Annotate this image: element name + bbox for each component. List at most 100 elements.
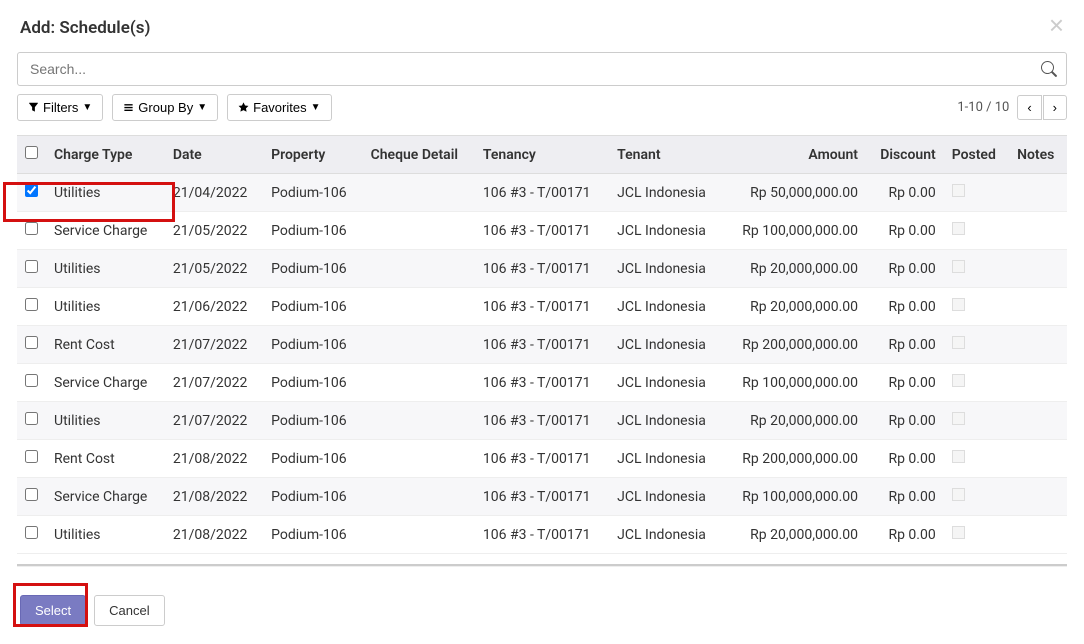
posted-checkbox: [952, 184, 965, 197]
cell-amount: Rp 100,000,000.00: [723, 478, 866, 516]
cell-amount: Rp 20,000,000.00: [723, 288, 866, 326]
schedules-table: Charge Type Date Property Cheque Detail …: [17, 135, 1067, 554]
cell-cheque-detail: [363, 402, 475, 440]
header-notes[interactable]: Notes: [1009, 136, 1067, 174]
cell-property: Podium-106: [263, 516, 362, 554]
header-select-all: [17, 136, 46, 174]
cell-date: 21/05/2022: [165, 250, 263, 288]
table-row[interactable]: Service Charge21/07/2022Podium-106106 #3…: [17, 364, 1067, 402]
header-posted[interactable]: Posted: [944, 136, 1009, 174]
cell-charge-type: Rent Cost: [46, 326, 165, 364]
star-icon: [238, 102, 249, 113]
row-checkbox[interactable]: [25, 184, 38, 197]
row-select-cell: [17, 250, 46, 288]
header-tenancy[interactable]: Tenancy: [475, 136, 609, 174]
cell-cheque-detail: [363, 174, 475, 212]
cell-property: Podium-106: [263, 364, 362, 402]
table-row[interactable]: Utilities21/08/2022Podium-106106 #3 - T/…: [17, 516, 1067, 554]
cell-property: Podium-106: [263, 250, 362, 288]
table-row[interactable]: Utilities21/06/2022Podium-106106 #3 - T/…: [17, 288, 1067, 326]
cell-property: Podium-106: [263, 478, 362, 516]
header-property[interactable]: Property: [263, 136, 362, 174]
cell-date: 21/08/2022: [165, 440, 263, 478]
table-row[interactable]: Utilities21/07/2022Podium-106106 #3 - T/…: [17, 402, 1067, 440]
search-icon: [1041, 61, 1057, 77]
table-row[interactable]: Service Charge21/05/2022Podium-106106 #3…: [17, 212, 1067, 250]
search-input[interactable]: [17, 52, 1067, 86]
cell-amount: Rp 100,000,000.00: [723, 212, 866, 250]
header-amount[interactable]: Amount: [723, 136, 866, 174]
row-checkbox[interactable]: [25, 298, 38, 311]
row-checkbox[interactable]: [25, 488, 38, 501]
row-checkbox[interactable]: [25, 374, 38, 387]
schedules-table-wrapper: Charge Type Date Property Cheque Detail …: [17, 135, 1067, 554]
cell-cheque-detail: [363, 326, 475, 364]
row-checkbox[interactable]: [25, 412, 38, 425]
posted-checkbox: [952, 450, 965, 463]
cell-notes: [1009, 364, 1067, 402]
header-charge-type[interactable]: Charge Type: [46, 136, 165, 174]
cell-posted: [944, 364, 1009, 402]
cell-notes: [1009, 478, 1067, 516]
row-checkbox[interactable]: [25, 336, 38, 349]
cell-posted: [944, 326, 1009, 364]
group-by-button[interactable]: Group By ▼: [112, 94, 218, 121]
cell-posted: [944, 478, 1009, 516]
cell-discount: Rp 0.00: [866, 402, 944, 440]
header-cheque-detail[interactable]: Cheque Detail: [363, 136, 475, 174]
table-row[interactable]: Rent Cost21/08/2022Podium-106106 #3 - T/…: [17, 440, 1067, 478]
close-button[interactable]: ×: [1049, 12, 1064, 38]
search-button[interactable]: [1041, 60, 1057, 78]
cell-date: 21/04/2022: [165, 174, 263, 212]
cell-amount: Rp 200,000,000.00: [723, 326, 866, 364]
cell-property: Podium-106: [263, 402, 362, 440]
pager-next-button[interactable]: ›: [1043, 95, 1067, 120]
cell-property: Podium-106: [263, 440, 362, 478]
table-row[interactable]: Utilities21/04/2022Podium-106106 #3 - T/…: [17, 174, 1067, 212]
footer-divider: [17, 564, 1067, 567]
cell-posted: [944, 212, 1009, 250]
row-checkbox[interactable]: [25, 260, 38, 273]
cell-posted: [944, 250, 1009, 288]
cell-tenant: JCL Indonesia: [609, 288, 723, 326]
select-all-checkbox[interactable]: [25, 146, 38, 159]
cell-discount: Rp 0.00: [866, 516, 944, 554]
table-row[interactable]: Rent Cost21/07/2022Podium-106106 #3 - T/…: [17, 326, 1067, 364]
add-schedules-modal: Add: Schedule(s) × Filters ▼ Group By: [0, 0, 1084, 630]
cell-amount: Rp 20,000,000.00: [723, 402, 866, 440]
cell-notes: [1009, 402, 1067, 440]
cell-posted: [944, 174, 1009, 212]
select-button[interactable]: Select: [20, 595, 86, 626]
favorites-button[interactable]: Favorites ▼: [227, 94, 331, 121]
cell-tenant: JCL Indonesia: [609, 250, 723, 288]
cancel-button[interactable]: Cancel: [94, 595, 164, 626]
table-row[interactable]: Utilities21/05/2022Podium-106106 #3 - T/…: [17, 250, 1067, 288]
search-section: [17, 52, 1067, 86]
header-date[interactable]: Date: [165, 136, 263, 174]
filters-button[interactable]: Filters ▼: [17, 94, 103, 121]
header-discount[interactable]: Discount: [866, 136, 944, 174]
cell-charge-type: Rent Cost: [46, 440, 165, 478]
pager-prev-button[interactable]: ‹: [1017, 95, 1041, 120]
cell-tenant: JCL Indonesia: [609, 440, 723, 478]
cell-tenancy: 106 #3 - T/00171: [475, 326, 609, 364]
cell-amount: Rp 20,000,000.00: [723, 516, 866, 554]
header-tenant[interactable]: Tenant: [609, 136, 723, 174]
cell-cheque-detail: [363, 478, 475, 516]
chevron-left-icon: ‹: [1027, 100, 1031, 115]
cell-posted: [944, 402, 1009, 440]
row-checkbox[interactable]: [25, 222, 38, 235]
cell-charge-type: Utilities: [46, 516, 165, 554]
cell-notes: [1009, 212, 1067, 250]
row-select-cell: [17, 402, 46, 440]
funnel-icon: [28, 102, 39, 113]
cell-charge-type: Service Charge: [46, 364, 165, 402]
cell-date: 21/07/2022: [165, 326, 263, 364]
cell-tenancy: 106 #3 - T/00171: [475, 364, 609, 402]
row-checkbox[interactable]: [25, 526, 38, 539]
table-row[interactable]: Service Charge21/08/2022Podium-106106 #3…: [17, 478, 1067, 516]
row-select-cell: [17, 364, 46, 402]
row-checkbox[interactable]: [25, 450, 38, 463]
row-select-cell: [17, 478, 46, 516]
caret-down-icon: ▼: [197, 102, 207, 113]
